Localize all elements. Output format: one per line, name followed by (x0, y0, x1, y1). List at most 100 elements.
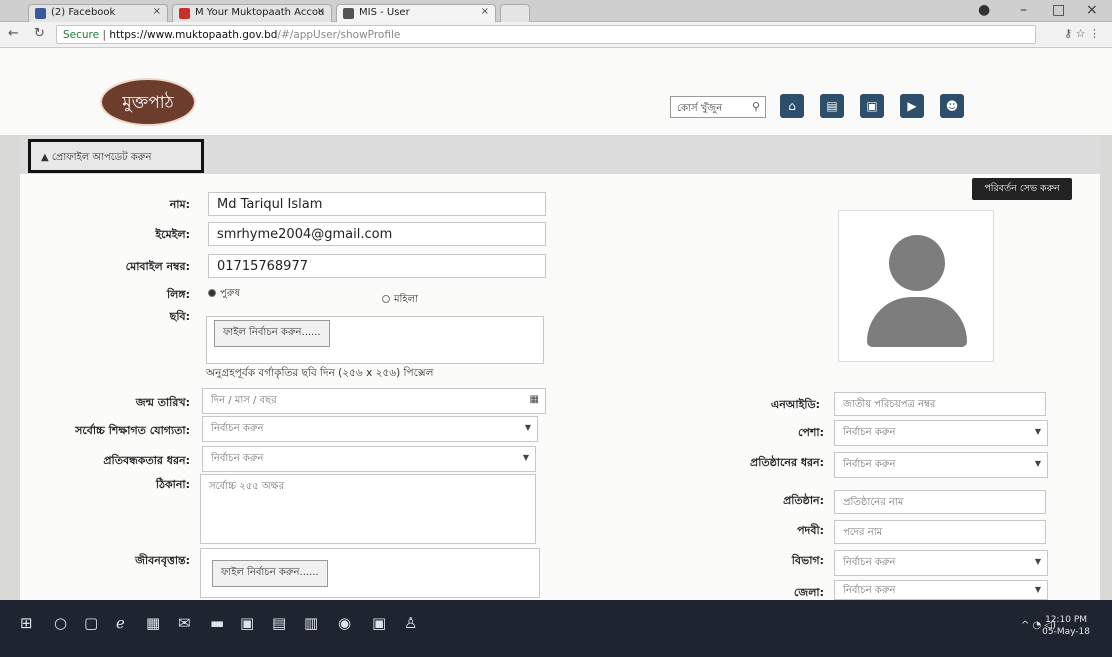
avatar-body (867, 297, 967, 347)
mail-icon[interactable]: ✉ (178, 614, 191, 632)
cv-file-button[interactable]: ফাইল নির্বাচন করুন...... (212, 560, 328, 587)
address-textarea[interactable]: সর্বোচ্চ ২৫৫ অক্ষর (200, 474, 536, 544)
disability-select[interactable]: নির্বাচন করুন ▼ (202, 446, 536, 472)
chevron-down-icon: ▼ (1034, 427, 1041, 436)
bookmark-star-icon[interactable]: ⚷ ☆ ⋮ (1064, 27, 1100, 40)
word-icon[interactable]: ▤ (272, 614, 286, 632)
search-icon[interactable]: ⚲ (752, 100, 760, 113)
file-explorer-icon[interactable]: ▬ (210, 614, 224, 632)
mobile-field[interactable]: 01715768977 (208, 254, 546, 278)
division-value: নির্বাচন করুন (843, 557, 896, 568)
photo-note: অনুগ্রহপূর্বক বর্গাকৃতির ছবি দিন (২৫৬ x … (206, 367, 434, 379)
org-type-label: প্রতিষ্ঠানের ধরন: (749, 456, 824, 469)
occupation-label: পেশা: (797, 426, 824, 439)
system-clock[interactable]: 12:10 PM 05-May-18 (1042, 614, 1090, 638)
gender-male-radio[interactable]: পুরুষ (208, 286, 240, 303)
org-type-value: নির্বাচন করুন (843, 459, 896, 470)
app-icon[interactable]: ▣ (372, 614, 386, 632)
update-profile-label: প্রোফাইল আপডেট করুন (51, 152, 152, 163)
gmail-icon (179, 8, 190, 19)
photo-file-button[interactable]: ফাইল নির্বাচন করুন...... (214, 320, 330, 347)
radio-dot (208, 289, 216, 297)
home-icon[interactable]: ⌂ (780, 94, 804, 118)
email-field[interactable]: smrhyme2004@gmail.com (208, 222, 546, 246)
tab-facebook[interactable]: (2) Facebook × (28, 4, 168, 22)
education-value: নির্বাচন করুন (211, 423, 264, 434)
maximize-icon[interactable]: □ (1052, 2, 1065, 18)
education-select[interactable]: নির্বাচন করুন ▼ (202, 416, 538, 442)
store-icon[interactable]: ▦ (146, 614, 160, 632)
tab-label: M Your Muktopaath Accou (195, 7, 325, 18)
edge-icon[interactable]: ℯ (116, 614, 125, 632)
occupation-value: নির্বাচন করুন (843, 427, 896, 438)
nid-field[interactable]: জাতীয় পরিচয়পত্র নম্বর (834, 392, 1046, 416)
education-label: সর্বোচ্চ শিক্ষাগত যোগ্যতা: (75, 424, 190, 437)
close-tab-icon[interactable]: × (153, 6, 161, 17)
tab-gmail[interactable]: M Your Muktopaath Accou × (172, 4, 332, 22)
cortana-icon[interactable]: ○ (54, 614, 67, 632)
windows-start-icon[interactable]: ⊞ (20, 614, 33, 632)
dob-label: জন্ম তারিখ: (135, 396, 190, 409)
org-field[interactable]: প্রতিষ্ঠানের নাম (834, 490, 1046, 514)
site-favicon-icon (343, 8, 354, 19)
browser-tab-bar: (2) Facebook × M Your Muktopaath Accou ×… (0, 0, 1112, 22)
address-placeholder: সর্বোচ্চ ২৫৫ অক্ষর (209, 481, 285, 492)
cv-label: জীবনবৃত্তান্ত: (135, 554, 190, 567)
notebook-icon[interactable]: ▣ (860, 94, 884, 118)
name-label: নাম: (169, 198, 190, 211)
tab-label: (2) Facebook (51, 7, 116, 18)
profile-photo-preview (838, 210, 994, 362)
back-icon[interactable]: ← (8, 26, 19, 41)
radio-dot (382, 295, 390, 303)
designation-field[interactable]: পদের নাম (834, 520, 1046, 544)
district-select[interactable]: নির্বাচন করুন ▼ (834, 580, 1048, 600)
search-placeholder: কোর্স খুঁজুন (677, 103, 723, 114)
url-field[interactable]: Secure | https://www.muktopaath.gov.bd/#… (56, 25, 1036, 44)
name-field[interactable]: Md Tariqul Islam (208, 192, 546, 216)
org-type-select[interactable]: নির্বাচন করুন ▼ (834, 452, 1048, 478)
app-icon[interactable]: ▣ (240, 614, 254, 632)
calendar-icon[interactable]: ▦ (530, 394, 539, 405)
division-select[interactable]: নির্বাচন করুন ▼ (834, 550, 1048, 576)
course-search-input[interactable]: কোর্স খুঁজুন ⚲ (670, 96, 766, 118)
dob-placeholder: দিন / মাস / বছর (211, 395, 277, 406)
play-icon[interactable]: ▶ (900, 94, 924, 118)
profile-icon[interactable]: ● (978, 2, 990, 18)
muktopaath-logo[interactable]: মুক্তপাঠ (100, 78, 196, 126)
minimize-icon[interactable]: – (1020, 2, 1027, 18)
designation-placeholder: পদের নাম (843, 527, 883, 538)
address-bar-row: ← ↻ Secure | https://www.muktopaath.gov.… (0, 22, 1112, 48)
occupation-select[interactable]: নির্বাচন করুন ▼ (834, 420, 1048, 446)
user-app-icon[interactable]: ♙ (404, 614, 417, 632)
close-tab-icon[interactable]: × (317, 6, 325, 17)
chrome-icon[interactable]: ◉ (338, 614, 351, 632)
update-profile-button[interactable]: ▲ প্রোফাইল আপডেট করুন (28, 139, 204, 173)
photo-label: ছবি: (169, 310, 190, 323)
secure-label: Secure (63, 29, 100, 41)
nid-placeholder: জাতীয় পরিচয়পত্র নম্বর (843, 399, 936, 410)
new-tab-button[interactable] (500, 4, 530, 22)
close-window-icon[interactable]: × (1086, 2, 1098, 18)
gender-male-label: পুরুষ (220, 288, 240, 299)
excel-icon[interactable]: ▥ (304, 614, 318, 632)
disability-value: নির্বাচন করুন (211, 453, 264, 464)
nid-label: এনআইডি: (770, 398, 820, 411)
disability-label: প্রতিবন্ধকতার ধরন: (103, 454, 190, 467)
dob-field[interactable]: দিন / মাস / বছর ▦ (202, 388, 546, 414)
close-tab-icon[interactable]: × (481, 6, 489, 17)
tab-mis-user[interactable]: MIS - User × (336, 4, 496, 22)
user-icon: ▲ (41, 152, 52, 163)
book-icon[interactable]: ▤ (820, 94, 844, 118)
tab-label: MIS - User (359, 7, 410, 18)
gender-female-radio[interactable]: মহিলা (382, 292, 418, 309)
avatar-head (889, 235, 945, 291)
user-icon[interactable]: ☻ (940, 94, 964, 118)
task-view-icon[interactable]: ▢ (84, 614, 98, 632)
save-changes-button[interactable]: পরিবর্তন সেভ করুন (972, 178, 1072, 200)
chevron-down-icon: ▼ (1034, 585, 1041, 594)
clock-date: 05-May-18 (1042, 627, 1090, 637)
division-label: বিভাগ: (791, 554, 824, 567)
site-header: মুক্তপাঠ কোর্স খুঁজুন ⚲ ⌂ ▤ ▣ ▶ ☻ (0, 48, 1112, 136)
org-label: প্রতিষ্ঠান: (783, 494, 824, 507)
reload-icon[interactable]: ↻ (34, 26, 45, 41)
